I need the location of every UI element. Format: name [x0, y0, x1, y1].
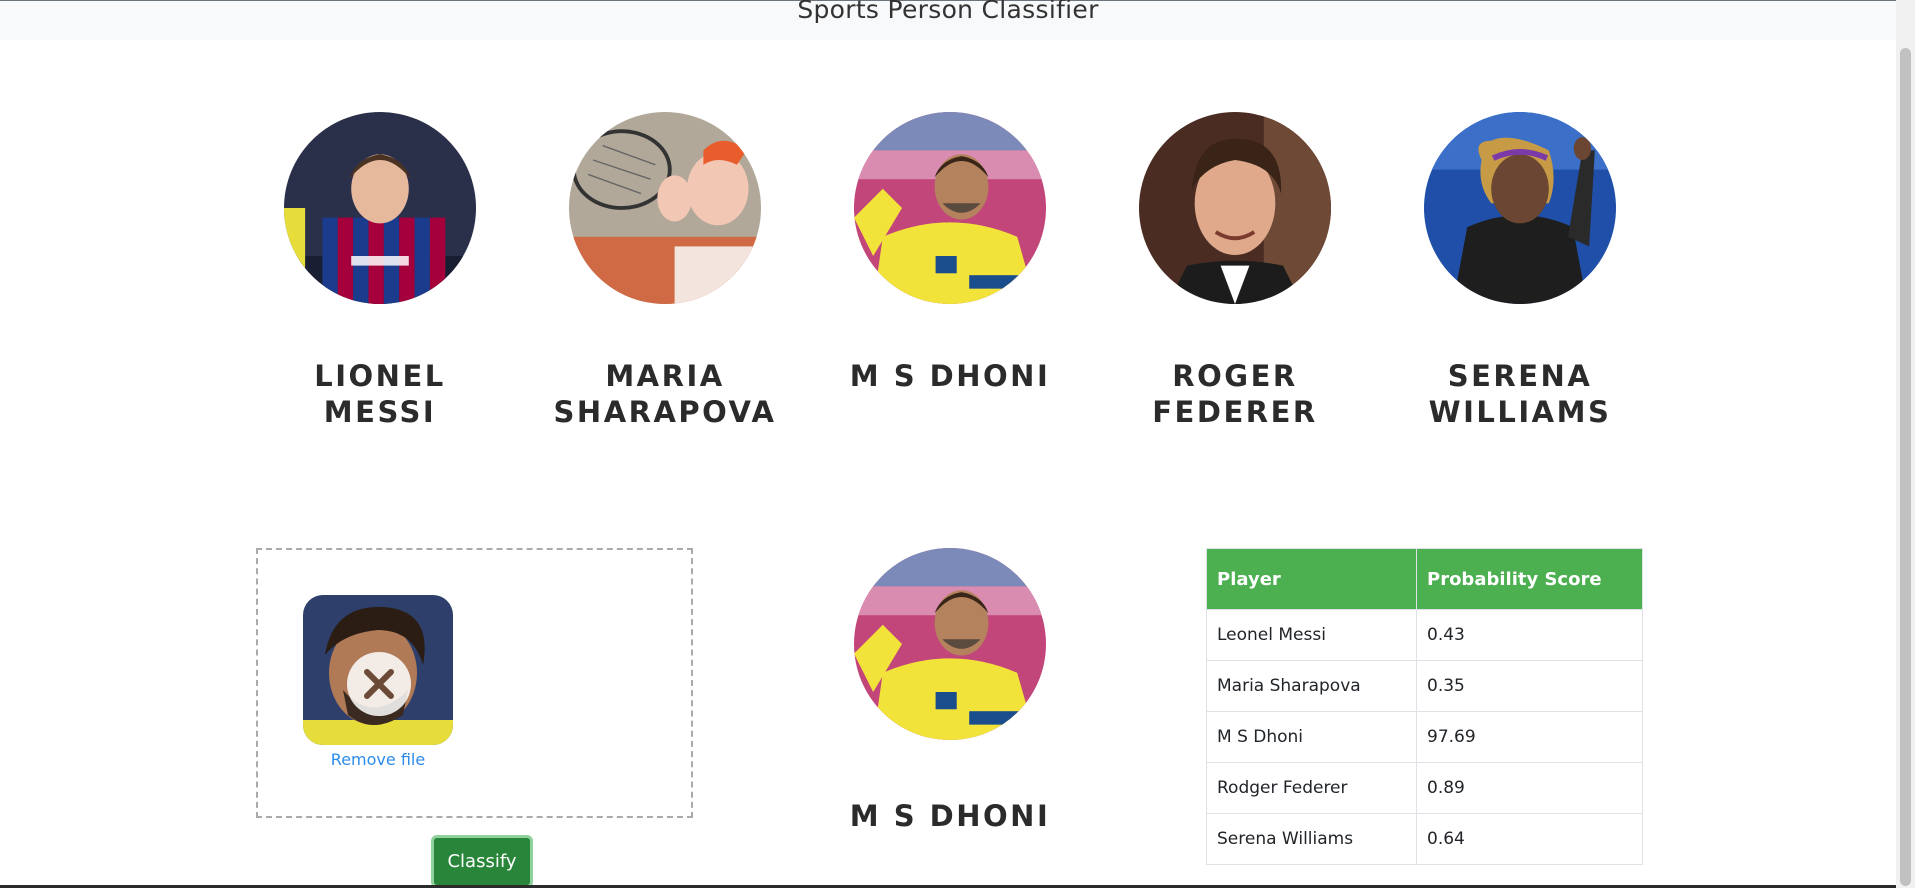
column-header-player: Player — [1206, 548, 1417, 610]
probability-table: Player Probability Score Leonel Messi 0.… — [1206, 548, 1643, 865]
player-card-messi: LIONEL MESSI — [250, 112, 510, 430]
federer-photo — [1139, 112, 1331, 304]
table-header-row: Player Probability Score — [1206, 548, 1643, 610]
remove-file-icon[interactable] — [347, 652, 411, 716]
result-card: M S DHONI — [820, 548, 1080, 834]
player-card-federer: ROGER FEDERER — [1105, 112, 1365, 430]
scrollbar-thumb[interactable] — [1900, 48, 1911, 886]
sharapova-photo — [569, 112, 761, 304]
player-cell: Maria Sharapova — [1206, 660, 1417, 712]
player-cell: Leonel Messi — [1206, 609, 1417, 661]
column-header-score: Probability Score — [1416, 548, 1643, 610]
player-name: SERENA WILLIAMS — [1428, 359, 1612, 429]
navbar: Sports Person Classifier — [0, 0, 1896, 40]
messi-photo — [284, 112, 476, 304]
table-row: Rodger Federer 0.89 — [1206, 762, 1643, 814]
player-name: M S DHONI — [849, 359, 1051, 393]
classify-button[interactable]: Classify — [431, 835, 533, 888]
vertical-scrollbar[interactable] — [1896, 0, 1915, 888]
score-cell: 0.35 — [1416, 660, 1643, 712]
table-row: M S Dhoni 97.69 — [1206, 711, 1643, 763]
player-card-sharapova: MARIA SHARAPOVA — [535, 112, 795, 430]
player-cell: M S Dhoni — [1206, 711, 1417, 763]
serena-photo — [1424, 112, 1616, 304]
score-cell: 0.89 — [1416, 762, 1643, 814]
remove-file-link[interactable]: Remove file — [303, 750, 453, 769]
table-row: Maria Sharapova 0.35 — [1206, 660, 1643, 712]
app-title: Sports Person Classifier — [797, 0, 1099, 24]
player-name: ROGER FEDERER — [1152, 359, 1318, 429]
player-cell: Rodger Federer — [1206, 762, 1417, 814]
score-cell: 97.69 — [1416, 711, 1643, 763]
player-name: MARIA SHARAPOVA — [553, 359, 777, 429]
score-cell: 0.64 — [1416, 813, 1643, 865]
player-card-dhoni: M S DHONI — [820, 112, 1080, 394]
table-row: Leonel Messi 0.43 — [1206, 609, 1643, 661]
player-cell: Serena Williams — [1206, 813, 1417, 865]
image-dropzone[interactable]: Remove file — [256, 548, 693, 818]
score-cell: 0.43 — [1416, 609, 1643, 661]
table-row: Serena Williams 0.64 — [1206, 813, 1643, 865]
result-photo — [854, 548, 1046, 740]
dhoni-photo — [854, 112, 1046, 304]
player-card-serena: SERENA WILLIAMS — [1390, 112, 1650, 430]
result-name: M S DHONI — [849, 799, 1051, 833]
player-name: LIONEL MESSI — [314, 359, 446, 429]
